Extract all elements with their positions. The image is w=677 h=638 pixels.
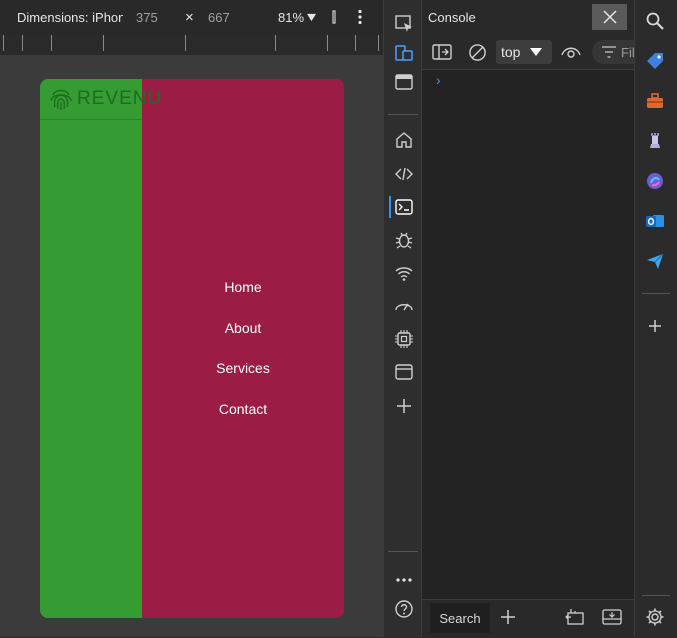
context-value: top bbox=[501, 44, 521, 60]
add-drawer-tab-icon[interactable] bbox=[499, 608, 517, 626]
nav-link-services[interactable]: Services bbox=[142, 360, 344, 401]
context-dropdown-icon bbox=[530, 48, 543, 56]
device-width-input[interactable]: 375 bbox=[136, 10, 158, 25]
dimension-separator: × bbox=[185, 9, 194, 26]
media-query-ruler bbox=[0, 35, 383, 56]
drawer-tab-search[interactable]: Search bbox=[430, 603, 490, 633]
sources-bug-icon[interactable] bbox=[394, 230, 414, 250]
dock-icon[interactable] bbox=[394, 72, 414, 92]
elements-icon[interactable] bbox=[394, 164, 414, 184]
settings-icon[interactable] bbox=[645, 607, 665, 627]
console-icon[interactable] bbox=[394, 197, 414, 217]
edge-sidebar-divider bbox=[642, 293, 670, 294]
filter-icon bbox=[602, 46, 616, 58]
edge-sidebar-divider-bottom bbox=[642, 595, 670, 596]
add-icon[interactable] bbox=[645, 316, 665, 336]
copilot-icon[interactable] bbox=[645, 171, 665, 191]
live-expression-eye-icon[interactable] bbox=[561, 44, 581, 60]
search-icon[interactable] bbox=[645, 11, 665, 31]
main-nav: Home About Services Contact bbox=[142, 279, 344, 441]
site-logo[interactable]: REVENU bbox=[47, 85, 162, 113]
fingerprint-icon bbox=[50, 89, 72, 110]
toolbox-icon[interactable] bbox=[645, 91, 665, 111]
rotate-icon[interactable] bbox=[329, 9, 339, 25]
zoom-value: 81% bbox=[278, 10, 305, 25]
device-options-kebab-icon[interactable] bbox=[355, 9, 365, 25]
help-icon[interactable] bbox=[394, 599, 414, 619]
javascript-context-select[interactable]: top bbox=[496, 40, 552, 64]
more-tools-plus-icon[interactable] bbox=[394, 396, 414, 416]
application-icon[interactable] bbox=[394, 362, 414, 382]
network-wifi-icon[interactable] bbox=[394, 263, 414, 283]
device-dimensions-select[interactable]: Dimensions: iPhone SE bbox=[17, 10, 123, 25]
home-icon[interactable] bbox=[394, 130, 414, 150]
device-height-input[interactable]: 667 bbox=[208, 10, 230, 25]
devtools-tool-strip bbox=[383, 0, 422, 637]
console-prompt-chevron: › bbox=[436, 72, 441, 88]
green-sidebar-panel: REVENU bbox=[40, 79, 161, 618]
header-divider bbox=[40, 119, 142, 120]
console-tab-title[interactable]: Console bbox=[428, 10, 476, 25]
undock-drawer-icon[interactable] bbox=[565, 608, 585, 626]
move-to-bottom-icon[interactable] bbox=[602, 608, 622, 626]
nav-link-contact[interactable]: Contact bbox=[142, 401, 344, 442]
device-toggle-icon[interactable] bbox=[394, 43, 414, 63]
performance-icon[interactable] bbox=[394, 296, 414, 316]
logo-text: REVENU bbox=[77, 88, 163, 109]
clear-console-icon[interactable] bbox=[468, 43, 487, 62]
chess-icon[interactable] bbox=[645, 130, 665, 150]
send-icon[interactable] bbox=[645, 251, 665, 271]
more-icon[interactable] bbox=[394, 570, 414, 590]
nav-link-home[interactable]: Home bbox=[142, 279, 344, 320]
outlook-icon[interactable] bbox=[645, 211, 665, 231]
close-icon bbox=[602, 10, 617, 24]
memory-chip-icon[interactable] bbox=[394, 329, 414, 349]
show-sidebar-icon[interactable] bbox=[432, 44, 452, 60]
inspect-icon[interactable] bbox=[394, 14, 414, 34]
emulated-device-screen: REVENU Home About Services Contact bbox=[40, 79, 344, 618]
zoom-select[interactable]: 81% bbox=[278, 10, 317, 25]
tag-icon[interactable] bbox=[645, 51, 665, 71]
console-output[interactable] bbox=[422, 70, 634, 599]
close-panel-button[interactable] bbox=[592, 4, 627, 30]
active-tool-indicator bbox=[389, 196, 391, 218]
nav-link-about[interactable]: About bbox=[142, 320, 344, 361]
zoom-dropdown-icon bbox=[307, 13, 317, 22]
